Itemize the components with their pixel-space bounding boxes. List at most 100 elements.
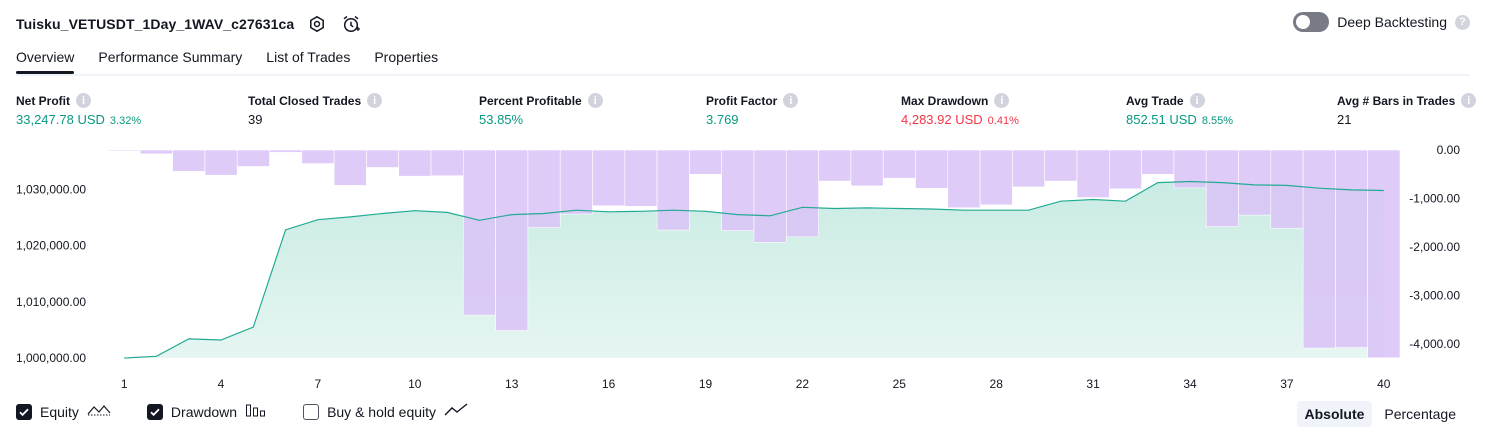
x-tick-label: 22: [796, 377, 810, 391]
y-left-tick-label: 1,030,000.00: [16, 182, 86, 196]
y-left-tick-label: 1,010,000.00: [16, 295, 86, 309]
metric-value: 4,283.92 USD: [901, 112, 983, 127]
metric-percent: 3.32%: [109, 115, 142, 127]
drawdown-bar: [301, 149, 335, 164]
drawdown-bar: [1302, 149, 1336, 349]
info-icon[interactable]: i: [994, 93, 1010, 108]
info-icon[interactable]: i: [367, 93, 383, 108]
drawdown-bar: [140, 149, 173, 155]
equity-label: Equity: [40, 403, 79, 420]
info-icon[interactable]: i: [1461, 93, 1477, 108]
drawdown-bar: [1141, 149, 1175, 175]
drawdown-bar: [333, 149, 367, 186]
metric-label: Max Drawdown: [901, 93, 989, 108]
scale-mode-switch: Absolute Percentage: [1296, 401, 1465, 427]
info-icon[interactable]: i: [783, 93, 799, 108]
x-tick-label: 28: [990, 377, 1004, 391]
drawdown-bar: [915, 149, 949, 189]
deep-backtesting-label: Deep Backtesting: [1337, 14, 1447, 30]
metric-label: Profit Factor: [706, 93, 778, 108]
tab-properties[interactable]: Properties: [374, 44, 438, 72]
drawdown-bar: [979, 149, 1013, 206]
strategy-header: Tuisku_VETUSDT_1Day_1WAV_c27631ca: [16, 10, 362, 38]
x-tick-label: 1: [121, 377, 128, 391]
metric-profit-factor: Profit Factor i 3.769: [706, 93, 799, 127]
x-tick-label: 7: [315, 377, 322, 391]
info-icon[interactable]: i: [76, 93, 91, 108]
metric-percent: 8.55%: [1201, 115, 1234, 127]
drawdown-bar: [785, 149, 819, 238]
drawdown-label: Drawdown: [170, 403, 238, 420]
metric-max-drawdown: Max Drawdown i 4,283.92 USD 0.41%: [901, 93, 1019, 127]
legend-drawdown[interactable]: Drawdown: [146, 403, 267, 420]
drawdown-bar: [1044, 149, 1078, 182]
metric-label: Avg Trade: [1126, 93, 1184, 108]
x-tick-label: 10: [408, 377, 422, 391]
drawdown-bar: [559, 149, 593, 215]
chart-legend: Equity Drawdown Buy & hold equity: [16, 403, 468, 420]
x-tick-label: 4: [218, 377, 225, 391]
buy-and-hold-line-icon: [444, 403, 468, 420]
alarm-clock-icon[interactable]: [340, 13, 362, 35]
drawdown-bar: [204, 149, 238, 176]
drawdown-bar: [1335, 149, 1369, 348]
metric-label: Net Profit: [16, 93, 70, 108]
drawdown-bar: [107, 149, 141, 152]
y-left-tick-label: 1,020,000.00: [16, 239, 86, 253]
drawdown-bar: [236, 149, 270, 167]
tab-overview[interactable]: Overview: [16, 44, 75, 74]
metric-value: 3.769: [706, 112, 739, 127]
y-left-tick-label: 1,000,000.00: [16, 351, 86, 365]
drawdown-bar: [430, 149, 464, 177]
drawdown-bar: [398, 149, 432, 177]
legend-buy-and-hold[interactable]: Buy & hold equity: [303, 403, 468, 420]
drawdown-bar: [1109, 149, 1142, 190]
drawdown-bar: [753, 149, 787, 243]
drawdown-bar: [818, 149, 852, 182]
drawdown-bar: [1238, 149, 1272, 216]
metric-percent: 0.41%: [987, 115, 1019, 127]
x-tick-label: 19: [699, 377, 713, 391]
absolute-mode-button[interactable]: Absolute: [1296, 401, 1373, 427]
legend-equity[interactable]: Equity: [16, 403, 111, 420]
deep-backtesting-toggle[interactable]: [1293, 12, 1330, 32]
drawdown-bars-icon: [245, 403, 267, 420]
metric-avg-trade: Avg Trade i 852.51 USD 8.55%: [1126, 93, 1233, 127]
info-icon[interactable]: i: [1189, 93, 1205, 108]
buy-and-hold-label: Buy & hold equity: [327, 403, 437, 420]
help-icon[interactable]: ?: [1455, 14, 1470, 30]
metric-value: 33,247.78 USD: [16, 112, 105, 127]
tab-list-of-trades[interactable]: List of Trades: [266, 44, 350, 72]
equity-drawdown-chart[interactable]: 1,000,000.00 1,010,000.00 1,020,000.00 1,03…: [0, 140, 1486, 396]
info-icon[interactable]: i: [587, 93, 603, 108]
drawdown-bar: [689, 149, 723, 175]
metric-value: 53.85%: [479, 112, 524, 127]
strategy-title: Tuisku_VETUSDT_1Day_1WAV_c27631ca: [16, 16, 295, 32]
tab-bar: Overview Performance Summary List of Tra…: [16, 44, 1470, 76]
drawdown-bar: [624, 149, 658, 207]
y-right-tick-label: -3,000.00: [1409, 289, 1460, 303]
metric-net-profit: Net Profit i 33,247.78 USD 3.32%: [16, 93, 141, 127]
drawdown-checkbox[interactable]: [146, 403, 163, 420]
metric-label: Total Closed Trades: [248, 93, 362, 108]
x-tick-label: 16: [602, 377, 616, 391]
x-tick-label: 37: [1280, 377, 1294, 391]
gear-icon[interactable]: [306, 13, 328, 35]
drawdown-bar: [656, 149, 690, 231]
x-tick-label: 13: [505, 377, 519, 391]
drawdown-bar: [850, 149, 884, 187]
drawdown-bar: [1270, 149, 1304, 229]
equity-checkbox[interactable]: [16, 403, 32, 420]
buy-and-hold-checkbox[interactable]: [303, 403, 320, 420]
drawdown-bar: [1076, 149, 1110, 198]
y-right-tick-label: -4,000.00: [1409, 337, 1460, 351]
percentage-mode-button[interactable]: Percentage: [1376, 401, 1464, 427]
metric-label: Percent Profitable: [479, 93, 582, 108]
metric-label: Avg # Bars in Trades: [1337, 93, 1456, 108]
tab-performance-summary[interactable]: Performance Summary: [98, 44, 242, 72]
drawdown-bar: [882, 149, 916, 179]
drawdown-bar: [462, 149, 496, 316]
metric-total-closed-trades: Total Closed Trades i 39: [248, 93, 383, 127]
drawdown-bar: [495, 149, 529, 331]
drawdown-bar: [527, 149, 561, 228]
